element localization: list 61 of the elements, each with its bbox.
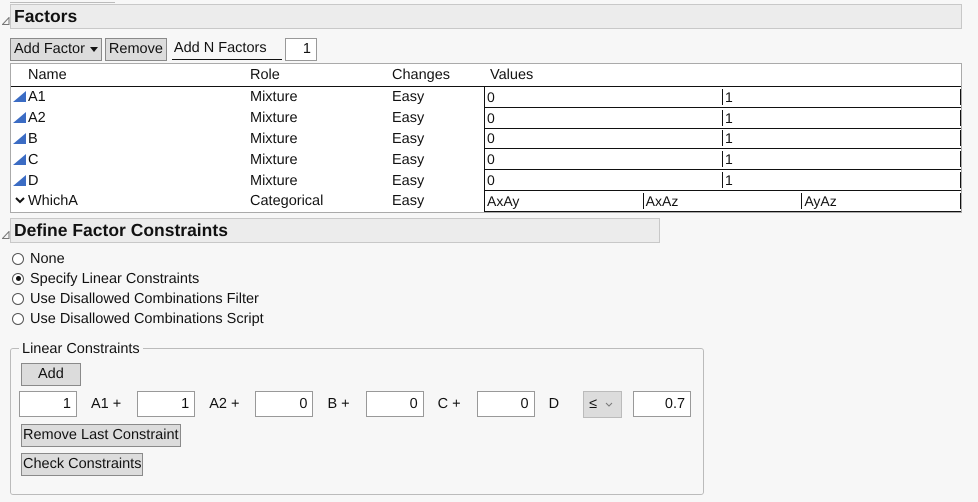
factor-name: WhichA <box>28 193 78 210</box>
role-cell-text: Categorical <box>250 192 324 212</box>
radio-label[interactable]: Use Disallowed Combinations Script <box>30 310 264 327</box>
value-cell[interactable]: 0 <box>485 110 723 126</box>
changes-cell-text: Easy <box>392 88 426 108</box>
add-n-factors-label: Add N Factors <box>172 38 282 60</box>
value-cell[interactable]: 1 <box>723 130 961 146</box>
value-cell[interactable]: 1 <box>723 110 961 126</box>
remove-last-constraint-button[interactable]: Remove Last Constraint <box>21 424 181 447</box>
value-cell[interactable]: 1 <box>723 88 961 105</box>
value-cell[interactable]: 0 <box>485 130 723 146</box>
changes-cell-text: Easy <box>392 130 426 149</box>
group-title: Linear Constraints <box>21 340 141 357</box>
factor-name: B <box>28 130 38 147</box>
coefficient-field[interactable]: 1 <box>137 391 196 418</box>
factor-name: A1 <box>28 89 46 106</box>
value-cell[interactable]: AxAy <box>485 192 644 209</box>
value-cell[interactable]: 0 <box>485 151 723 168</box>
changes-cell-text: Easy <box>392 150 426 170</box>
value-cell[interactable]: 1 <box>723 172 961 188</box>
role-cell-text: Mixture <box>250 130 299 149</box>
factor-term: B + <box>327 396 350 412</box>
factor-term: A2 + <box>209 396 240 412</box>
role-cell-text: Mixture <box>250 150 299 170</box>
column-header: Changes <box>392 66 452 85</box>
role-cell-text: Mixture <box>250 88 299 108</box>
value-cell[interactable]: AxAz <box>644 192 802 209</box>
changes-cell-text: Easy <box>392 109 426 128</box>
bound-field[interactable]: 0.7 <box>633 391 692 418</box>
remove-button[interactable]: Remove <box>104 38 167 60</box>
coefficient-field[interactable]: 1 <box>19 391 77 418</box>
column-header: Values <box>489 66 534 85</box>
add-button[interactable]: Add <box>21 362 81 386</box>
coefficient-field[interactable]: 0 <box>476 391 535 418</box>
value-cell[interactable]: AyAz <box>802 192 961 209</box>
factor-term: C + <box>438 396 461 412</box>
factor-name: A2 <box>28 110 46 126</box>
value-cell[interactable]: 1 <box>723 151 961 168</box>
section-title: Define Factor Constraints <box>14 220 228 241</box>
radio-label[interactable]: Use Disallowed Combinations Filter <box>30 290 259 307</box>
value-cell[interactable]: 0 <box>485 88 723 105</box>
coefficient-field[interactable]: 0 <box>366 391 424 418</box>
relation-dropdown[interactable]: ≤ <box>583 390 622 418</box>
value-cell[interactable]: 0 <box>485 172 723 188</box>
factor-term: D <box>548 396 560 412</box>
column-header: Role <box>250 66 281 85</box>
factor-term: A1 + <box>91 396 122 412</box>
coefficient-field[interactable]: 0 <box>255 391 314 418</box>
column-header: Name <box>27 66 68 85</box>
changes-cell-text: Easy <box>392 192 426 212</box>
radio-label[interactable]: Specify Linear Constraints <box>30 270 200 287</box>
check-constraints-button[interactable]: Check Constraints <box>21 452 144 476</box>
role-cell-text: Mixture <box>250 172 299 191</box>
role-cell-text: Mixture <box>250 109 299 128</box>
factor-count-field[interactable]: 1 <box>284 38 317 60</box>
factor-name: C <box>28 152 38 168</box>
radio-label[interactable]: None <box>30 250 65 267</box>
section-title: Factors <box>14 6 78 27</box>
add-factor-button[interactable]: Add Factor <box>10 38 102 60</box>
changes-cell-text: Easy <box>392 172 426 191</box>
factor-name: D <box>28 172 38 189</box>
